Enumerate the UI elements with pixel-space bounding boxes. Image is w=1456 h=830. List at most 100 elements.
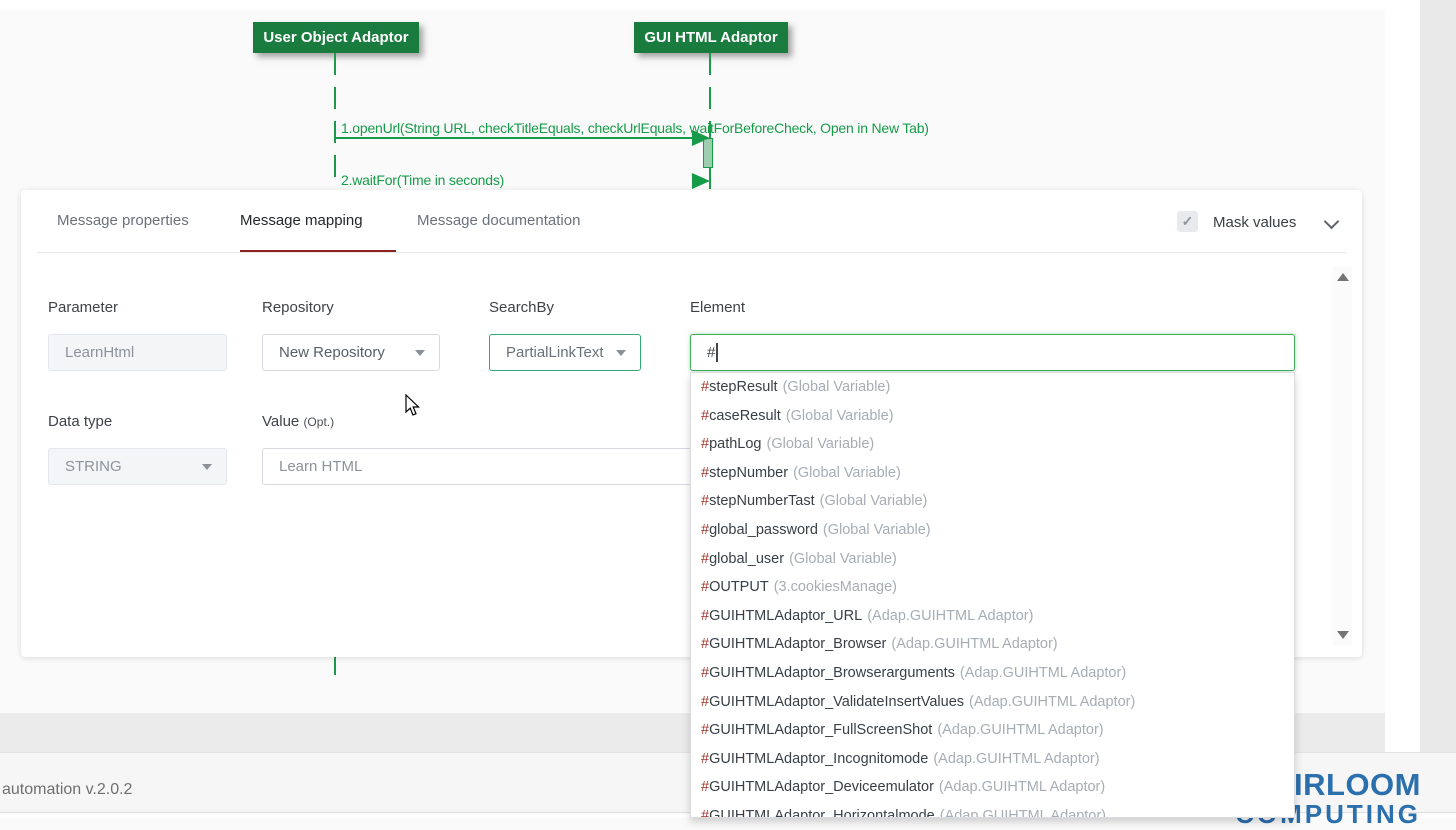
value-label: Value (Opt.)	[262, 413, 334, 430]
autocomplete-item[interactable]: #GUIHTMLAdaptor_ValidateInsertValues(Ada…	[691, 688, 1294, 717]
autocomplete-item[interactable]: #GUIHTMLAdaptor_URL(Adap.GUIHTML Adaptor…	[691, 602, 1294, 631]
scroll-up-icon[interactable]	[1337, 273, 1349, 281]
variable-source-hint: (3.cookiesManage)	[774, 579, 897, 595]
repository-label: Repository	[262, 299, 334, 316]
activation-bar	[703, 138, 713, 168]
caret-down-icon	[415, 350, 425, 356]
autocomplete-item[interactable]: #stepNumber(Global Variable)	[691, 459, 1294, 488]
variable-name: global_password	[709, 522, 818, 538]
variable-source-hint: (Adap.GUIHTML Adaptor)	[940, 808, 1106, 818]
scroll-down-icon[interactable]	[1337, 631, 1349, 639]
caret-down-icon	[202, 464, 212, 470]
variable-name: GUIHTMLAdaptor_Horizontalmode	[709, 808, 935, 818]
hash-prefix: #	[701, 608, 709, 624]
actor-gui-html-adaptor: GUI HTML Adaptor	[634, 22, 788, 53]
lifeline-user-object-adaptor	[334, 53, 336, 188]
parameter-input[interactable]: LearnHtml	[48, 334, 227, 371]
variable-name: GUIHTMLAdaptor_Browserarguments	[709, 665, 955, 681]
hash-prefix: #	[701, 579, 709, 595]
autocomplete-item[interactable]: #global_password (Global Variable)	[691, 516, 1294, 545]
autocomplete-item[interactable]: #GUIHTMLAdaptor_FullScreenShot(Adap.GUIH…	[691, 716, 1294, 745]
autocomplete-item[interactable]: #GUIHTMLAdaptor_Incognitomode (Adap.GUIHT…	[691, 745, 1294, 774]
autocomplete-item[interactable]: #pathLog (Global Variable)	[691, 430, 1294, 459]
mask-values-checkbox[interactable]: ✓	[1177, 211, 1198, 232]
variable-source-hint: (Global Variable)	[820, 493, 928, 509]
autocomplete-item[interactable]: #global_user (Global Variable)	[691, 545, 1294, 574]
caret-down-icon	[616, 350, 626, 356]
arrowhead-icon	[692, 173, 710, 189]
text-cursor	[716, 343, 718, 362]
variable-name: GUIHTMLAdaptor_Deviceemulator	[709, 779, 934, 795]
autocomplete-item[interactable]: #stepResult (Global Variable)	[691, 373, 1294, 402]
panel-scrollbar[interactable]	[1333, 266, 1352, 646]
app-version: automation v.2.0.2	[2, 781, 132, 799]
autocomplete-item[interactable]: #stepNumberTast(Global Variable)	[691, 487, 1294, 516]
element-input[interactable]: #	[690, 334, 1295, 371]
message-arrow-line	[335, 137, 693, 139]
value-value: Learn HTML	[279, 458, 362, 475]
mask-values-label: Mask values	[1213, 214, 1296, 231]
autocomplete-item[interactable]: #GUIHTMLAdaptor_Horizontalmode (Adap.GUIH…	[691, 802, 1294, 818]
hash-prefix: #	[701, 694, 709, 710]
variable-name: stepNumber	[709, 465, 788, 481]
variable-name: caseResult	[709, 408, 781, 424]
variable-name: stepResult	[709, 379, 778, 395]
tab-message-documentation[interactable]: Message documentation	[417, 212, 580, 229]
hash-prefix: #	[701, 636, 709, 652]
variable-source-hint: (Adap.GUIHTML Adaptor)	[933, 751, 1099, 767]
variable-name: GUIHTMLAdaptor_ValidateInsertValues	[709, 694, 964, 710]
autocomplete-item[interactable]: #caseResult (Global Variable)	[691, 402, 1294, 431]
hash-prefix: #	[701, 779, 709, 795]
variable-autocomplete-dropdown: #stepResult(Global Variable)#caseResult(…	[690, 372, 1295, 818]
variable-name: GUIHTMLAdaptor_Incognitomode	[709, 751, 928, 767]
top-band	[0, 0, 1456, 10]
hash-prefix: #	[701, 722, 709, 738]
actor-label: GUI HTML Adaptor	[644, 29, 777, 46]
autocomplete-item[interactable]: #GUIHTMLAdaptor_Deviceemulator (Adap.GUIH…	[691, 773, 1294, 802]
tab-divider	[37, 252, 1346, 253]
tab-message-mapping[interactable]: Message mapping	[240, 212, 363, 229]
repository-value: New Repository	[279, 344, 385, 361]
element-label: Element	[690, 299, 745, 316]
variable-source-hint: (Global Variable)	[789, 551, 897, 567]
variable-source-hint: (Global Variable)	[783, 379, 891, 395]
variable-source-hint: (Global Variable)	[823, 522, 931, 538]
hash-prefix: #	[701, 493, 709, 509]
autocomplete-item[interactable]: #GUIHTMLAdaptor_Browser(Adap.GUIHTML Ada…	[691, 630, 1294, 659]
variable-name: OUTPUT	[709, 579, 769, 595]
value-opt-label: (Opt.)	[303, 415, 334, 429]
element-value: #	[707, 344, 715, 361]
variable-source-hint: (Adap.GUIHTML Adaptor)	[960, 665, 1126, 681]
variable-name: global_user	[709, 551, 784, 567]
hash-prefix: #	[701, 436, 709, 452]
actor-user-object-adaptor: User Object Adaptor	[253, 22, 419, 53]
chevron-down-icon[interactable]	[1324, 214, 1340, 230]
hash-prefix: #	[701, 751, 709, 767]
variable-name: pathLog	[709, 436, 761, 452]
variable-name: GUIHTMLAdaptor_FullScreenShot	[709, 722, 932, 738]
repository-select[interactable]: New Repository	[262, 334, 440, 371]
searchby-select[interactable]: PartialLinkText	[489, 334, 641, 371]
variable-source-hint: (Adap.GUIHTML Adaptor)	[891, 636, 1057, 652]
hash-prefix: #	[701, 465, 709, 481]
actor-label: User Object Adaptor	[263, 29, 408, 46]
autocomplete-item[interactable]: #OUTPUT (3.cookiesManage)	[691, 573, 1294, 602]
datatype-select[interactable]: STRING	[48, 448, 227, 485]
hash-prefix: #	[701, 551, 709, 567]
right-white-strip	[1385, 0, 1420, 752]
message-waitfor: 2.waitFor(Time in seconds)	[341, 172, 504, 188]
searchby-value: PartialLinkText	[506, 344, 604, 361]
hash-prefix: #	[701, 408, 709, 424]
variable-source-hint: (Global Variable)	[786, 408, 894, 424]
variable-source-hint: (Adap.GUIHTML Adaptor)	[939, 779, 1105, 795]
hash-prefix: #	[701, 379, 709, 395]
hash-prefix: #	[701, 522, 709, 538]
checkmark-icon: ✓	[1182, 213, 1194, 230]
parameter-value: LearnHtml	[65, 344, 134, 361]
autocomplete-item[interactable]: #GUIHTMLAdaptor_Browserarguments (Adap.GU…	[691, 659, 1294, 688]
hash-prefix: #	[701, 665, 709, 681]
tab-message-properties[interactable]: Message properties	[57, 212, 189, 229]
right-gray-strip	[1420, 0, 1456, 752]
variable-source-hint: (Global Variable)	[767, 436, 875, 452]
hash-prefix: #	[701, 808, 709, 818]
